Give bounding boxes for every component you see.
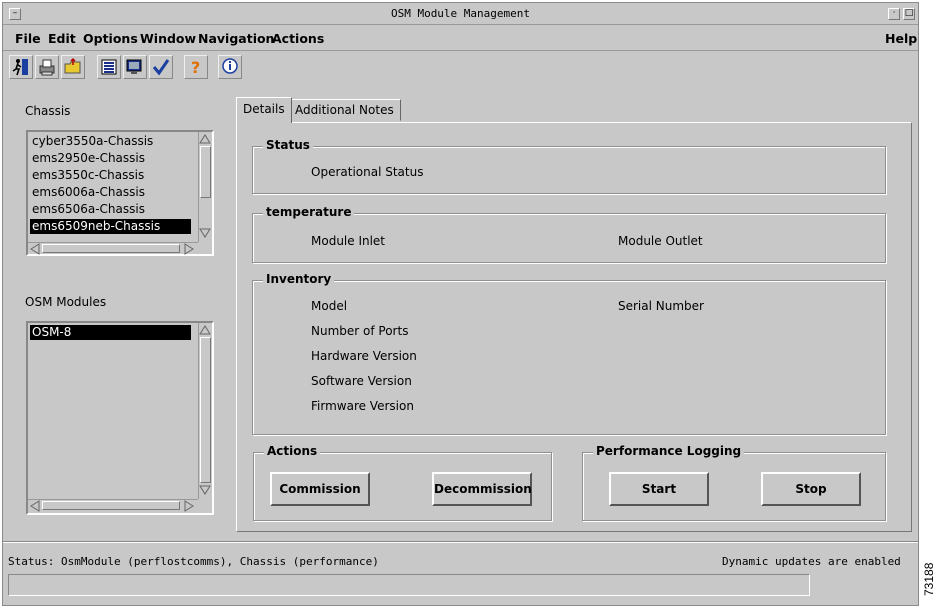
firmware-version-label: Firmware Version (311, 399, 414, 413)
osm-modules-label: OSM Modules (25, 295, 107, 309)
menu-bar: File Edit Options Window Navigation Acti… (3, 27, 918, 51)
operational-status-label: Operational Status (311, 165, 424, 179)
monitor-icon[interactable] (123, 55, 147, 79)
module-list-item[interactable]: OSM-8 (30, 325, 191, 340)
open-folder-icon[interactable] (61, 55, 85, 79)
checkmark-icon[interactable] (149, 55, 173, 79)
menu-navigation[interactable]: Navigation (198, 31, 274, 46)
chassis-list-item[interactable]: cyber3550a-Chassis (30, 134, 191, 149)
inventory-group-title: Inventory (263, 272, 335, 286)
title-bar: – OSM Module Management · □ (3, 3, 918, 25)
list-icon[interactable] (97, 55, 121, 79)
chassis-vscroll-thumb[interactable] (200, 146, 211, 198)
performance-logging-title: Performance Logging (593, 444, 745, 458)
help-icon[interactable]: ? (184, 55, 208, 79)
progress-bar (8, 574, 810, 596)
modules-hscroll-thumb[interactable] (42, 501, 180, 510)
osm-modules-list[interactable]: OSM-8 (26, 321, 214, 515)
module-outlet-label: Module Outlet (618, 234, 703, 248)
chassis-hscroll[interactable] (28, 242, 198, 255)
number-of-ports-label: Number of Ports (311, 324, 409, 338)
menu-help[interactable]: Help (885, 31, 917, 46)
commission-button[interactable]: Commission (270, 472, 370, 506)
chassis-vscroll[interactable] (198, 132, 212, 242)
status-group: Status Operational Status (252, 138, 886, 194)
chassis-list-item[interactable]: ems6509neb-Chassis (30, 219, 191, 234)
actions-group-title: Actions (264, 444, 321, 458)
info-icon[interactable] (218, 55, 242, 79)
module-inlet-label: Module Inlet (311, 234, 386, 248)
tab-details[interactable]: Details (236, 97, 292, 123)
performance-logging-group: Performance Logging Start Stop (582, 444, 886, 521)
modules-vscroll-thumb[interactable] (200, 337, 211, 483)
decommission-button[interactable]: Decommission (432, 472, 532, 506)
chassis-list-item[interactable]: ems3550c-Chassis (30, 168, 191, 183)
window-title: OSM Module Management (390, 7, 531, 20)
figure-number: 73188 (922, 562, 936, 596)
start-button[interactable]: Start (609, 472, 709, 506)
chassis-list[interactable]: cyber3550a-Chassis ems2950e-Chassis ems355… (26, 130, 214, 256)
maximize-button[interactable]: □ (903, 8, 915, 20)
tab-additional-notes[interactable]: Additional Notes (288, 99, 401, 121)
software-version-label: Software Version (311, 374, 412, 388)
stop-button[interactable]: Stop (761, 472, 861, 506)
chassis-list-item[interactable]: ems2950e-Chassis (30, 151, 191, 166)
temperature-group: temperature Module Inlet Module Outlet (252, 205, 886, 263)
status-divider (3, 541, 918, 543)
model-label: Model (311, 299, 348, 313)
print-icon[interactable] (35, 55, 59, 79)
menu-edit[interactable]: Edit (48, 31, 76, 46)
chassis-hscroll-thumb[interactable] (42, 244, 180, 253)
actions-group: Actions Commission Decommission (253, 444, 552, 521)
hardware-version-label: Hardware Version (311, 349, 417, 363)
menu-options[interactable]: Options (83, 31, 138, 46)
chassis-list-item[interactable]: ems6006a-Chassis (30, 185, 191, 200)
status-group-title: Status (263, 138, 313, 152)
toolbar: ? (3, 55, 918, 85)
exit-icon[interactable] (9, 55, 33, 79)
menu-window[interactable]: Window (140, 31, 196, 46)
modules-hscroll[interactable] (28, 499, 198, 512)
menu-actions[interactable]: Actions (272, 31, 324, 46)
main-window: – OSM Module Management · □ File Edit Op… (2, 2, 919, 606)
temperature-group-title: temperature (263, 205, 355, 219)
chassis-list-item[interactable]: ems6506a-Chassis (30, 202, 191, 217)
menu-file[interactable]: File (15, 31, 41, 46)
status-text: Status: OsmModule (perflostcomms), Chass… (8, 555, 379, 568)
dynamic-updates-text: Dynamic updates are enabled (722, 555, 901, 568)
chassis-label: Chassis (25, 104, 71, 118)
svg-text:?: ? (191, 58, 200, 77)
minimize-button[interactable]: · (888, 8, 900, 20)
inventory-group: Inventory Model Serial Number Number of … (252, 272, 886, 435)
serial-number-label: Serial Number (618, 299, 704, 313)
modules-vscroll[interactable] (198, 323, 212, 499)
